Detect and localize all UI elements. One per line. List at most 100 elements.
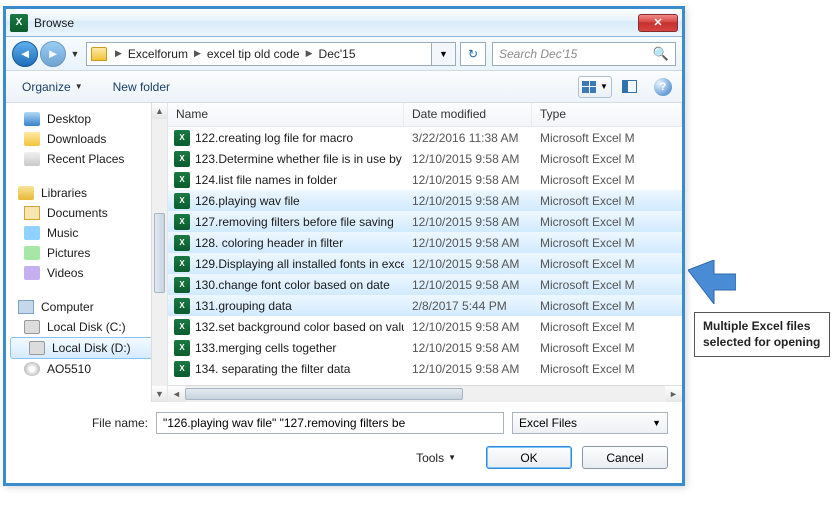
file-row[interactable]: X134. separating the filter data 12/10/2…: [168, 358, 682, 379]
file-row[interactable]: X122.creating log file for macro 3/22/20…: [168, 127, 682, 148]
search-icon: 🔍: [653, 46, 669, 62]
view-button[interactable]: ▼: [578, 76, 612, 98]
crumb-dec15[interactable]: Dec'15: [315, 47, 360, 61]
excel-file-icon: X: [174, 193, 190, 209]
breadcrumb-dropdown[interactable]: ▼: [432, 42, 456, 66]
help-button[interactable]: ?: [654, 78, 672, 96]
window-title: Browse: [34, 16, 638, 30]
excel-file-icon: X: [174, 319, 190, 335]
sidebar-item-drive[interactable]: AO5510: [6, 359, 167, 379]
excel-file-icon: X: [174, 298, 190, 314]
file-row[interactable]: X124.list file names in folder 12/10/201…: [168, 169, 682, 190]
crumb-excelforum[interactable]: Excelforum: [124, 47, 192, 61]
sidebar-item-desktop[interactable]: Desktop: [6, 109, 167, 129]
file-filter-combo[interactable]: Excel Files ▼: [512, 412, 668, 434]
ok-button[interactable]: OK: [486, 446, 572, 469]
ico-recent-icon: [24, 152, 40, 166]
sidebar-scrollbar[interactable]: ▲ ▼: [151, 103, 167, 402]
sidebar-item-downloads[interactable]: Downloads: [6, 129, 167, 149]
excel-app-icon: X: [10, 14, 28, 32]
organize-button[interactable]: Organize▼: [16, 76, 89, 98]
scroll-left-icon[interactable]: ◄: [168, 386, 185, 403]
chevron-right-icon: ▶: [304, 48, 315, 59]
sidebar: Desktop Downloads Recent Places Librarie…: [6, 103, 168, 402]
column-date[interactable]: Date modified: [404, 103, 532, 126]
excel-file-icon: X: [174, 361, 190, 377]
folder-icon: [91, 47, 107, 61]
chevron-right-icon: ▶: [113, 48, 124, 59]
nav-history-dropdown[interactable]: ▼: [68, 44, 82, 64]
ico-disk-icon: [29, 341, 45, 355]
refresh-button[interactable]: ↻: [460, 42, 486, 66]
ico-disk-icon: [24, 320, 40, 334]
new-folder-button[interactable]: New folder: [107, 76, 176, 98]
chevron-down-icon: ▼: [448, 453, 456, 462]
chevron-right-icon: ▶: [192, 48, 203, 59]
file-row[interactable]: X127.removing filters before file saving…: [168, 211, 682, 232]
breadcrumb[interactable]: ▶ Excelforum ▶ excel tip old code ▶ Dec'…: [86, 42, 432, 66]
excel-file-icon: X: [174, 172, 190, 188]
horizontal-scrollbar[interactable]: ◄ ►: [168, 385, 682, 402]
filename-input[interactable]: [156, 412, 504, 434]
excel-file-icon: X: [174, 130, 190, 146]
close-button[interactable]: ✕: [638, 14, 678, 32]
libraries-icon: [18, 186, 34, 200]
sidebar-item-music[interactable]: Music: [6, 223, 167, 243]
chevron-down-icon: ▼: [600, 82, 608, 91]
file-row[interactable]: X133.merging cells together 12/10/2015 9…: [168, 337, 682, 358]
excel-file-icon: X: [174, 151, 190, 167]
tools-button[interactable]: Tools ▼: [416, 451, 456, 465]
excel-file-icon: X: [174, 214, 190, 230]
titlebar: X Browse ✕: [6, 9, 682, 37]
cancel-button[interactable]: Cancel: [582, 446, 668, 469]
excel-file-icon: X: [174, 277, 190, 293]
sidebar-item-pictures[interactable]: Pictures: [6, 243, 167, 263]
ico-desktop-icon: [24, 112, 40, 126]
excel-file-icon: X: [174, 235, 190, 251]
file-row[interactable]: X131.grouping data 2/8/2017 5:44 PM Micr…: [168, 295, 682, 316]
scroll-down-icon[interactable]: ▼: [152, 386, 167, 402]
sidebar-item-drive[interactable]: Local Disk (C:): [6, 317, 167, 337]
scroll-thumb[interactable]: [154, 213, 165, 293]
chevron-down-icon: ▼: [75, 82, 83, 91]
navbar: ◄ ► ▼ ▶ Excelforum ▶ excel tip old code …: [6, 37, 682, 71]
column-name[interactable]: Name: [168, 103, 404, 126]
file-row[interactable]: X130.change font color based on date 12/…: [168, 274, 682, 295]
annotation-text: Multiple Excel files selected for openin…: [694, 312, 830, 357]
scroll-right-icon[interactable]: ►: [665, 386, 682, 403]
sidebar-computer-header[interactable]: Computer: [6, 297, 167, 317]
file-list-pane: Name Date modified Type X122.creating lo…: [168, 103, 682, 402]
forward-button[interactable]: ►: [40, 41, 66, 67]
scroll-thumb[interactable]: [185, 388, 463, 400]
file-row[interactable]: X123.Determine whether file is in use by…: [168, 148, 682, 169]
file-rows: X122.creating log file for macro 3/22/20…: [168, 127, 682, 385]
preview-pane-button[interactable]: [612, 76, 646, 98]
file-row[interactable]: X132.set background color based on value…: [168, 316, 682, 337]
ico-pic-icon: [24, 246, 40, 260]
annotation-arrow: [688, 260, 736, 304]
ico-music-icon: [24, 226, 40, 240]
browse-dialog: X Browse ✕ ◄ ► ▼ ▶ Excelforum ▶ excel ti…: [3, 6, 685, 486]
sidebar-libraries-header[interactable]: Libraries: [6, 183, 167, 203]
sidebar-item-recent-places[interactable]: Recent Places: [6, 149, 167, 169]
sidebar-item-drive[interactable]: Local Disk (D:): [10, 337, 163, 359]
crumb-exceltip[interactable]: excel tip old code: [203, 47, 304, 61]
preview-pane-icon: [622, 80, 637, 93]
scroll-up-icon[interactable]: ▲: [152, 103, 167, 119]
search-input[interactable]: Search Dec'15 🔍: [492, 42, 676, 66]
view-icon: [582, 81, 596, 93]
excel-file-icon: X: [174, 256, 190, 272]
column-type[interactable]: Type: [532, 103, 682, 126]
excel-file-icon: X: [174, 340, 190, 356]
ico-vid-icon: [24, 266, 40, 280]
sidebar-item-documents[interactable]: Documents: [6, 203, 167, 223]
back-button[interactable]: ◄: [12, 41, 38, 67]
file-row[interactable]: X128. coloring header in filter 12/10/20…: [168, 232, 682, 253]
dialog-footer: File name: Excel Files ▼ Tools ▼ OK Canc…: [6, 402, 682, 483]
chevron-down-icon: ▼: [652, 418, 661, 428]
file-row[interactable]: X126.playing wav file 12/10/2015 9:58 AM…: [168, 190, 682, 211]
sidebar-item-videos[interactable]: Videos: [6, 263, 167, 283]
filename-label: File name:: [20, 416, 148, 430]
column-headers: Name Date modified Type: [168, 103, 682, 127]
file-row[interactable]: X129.Displaying all installed fonts in e…: [168, 253, 682, 274]
